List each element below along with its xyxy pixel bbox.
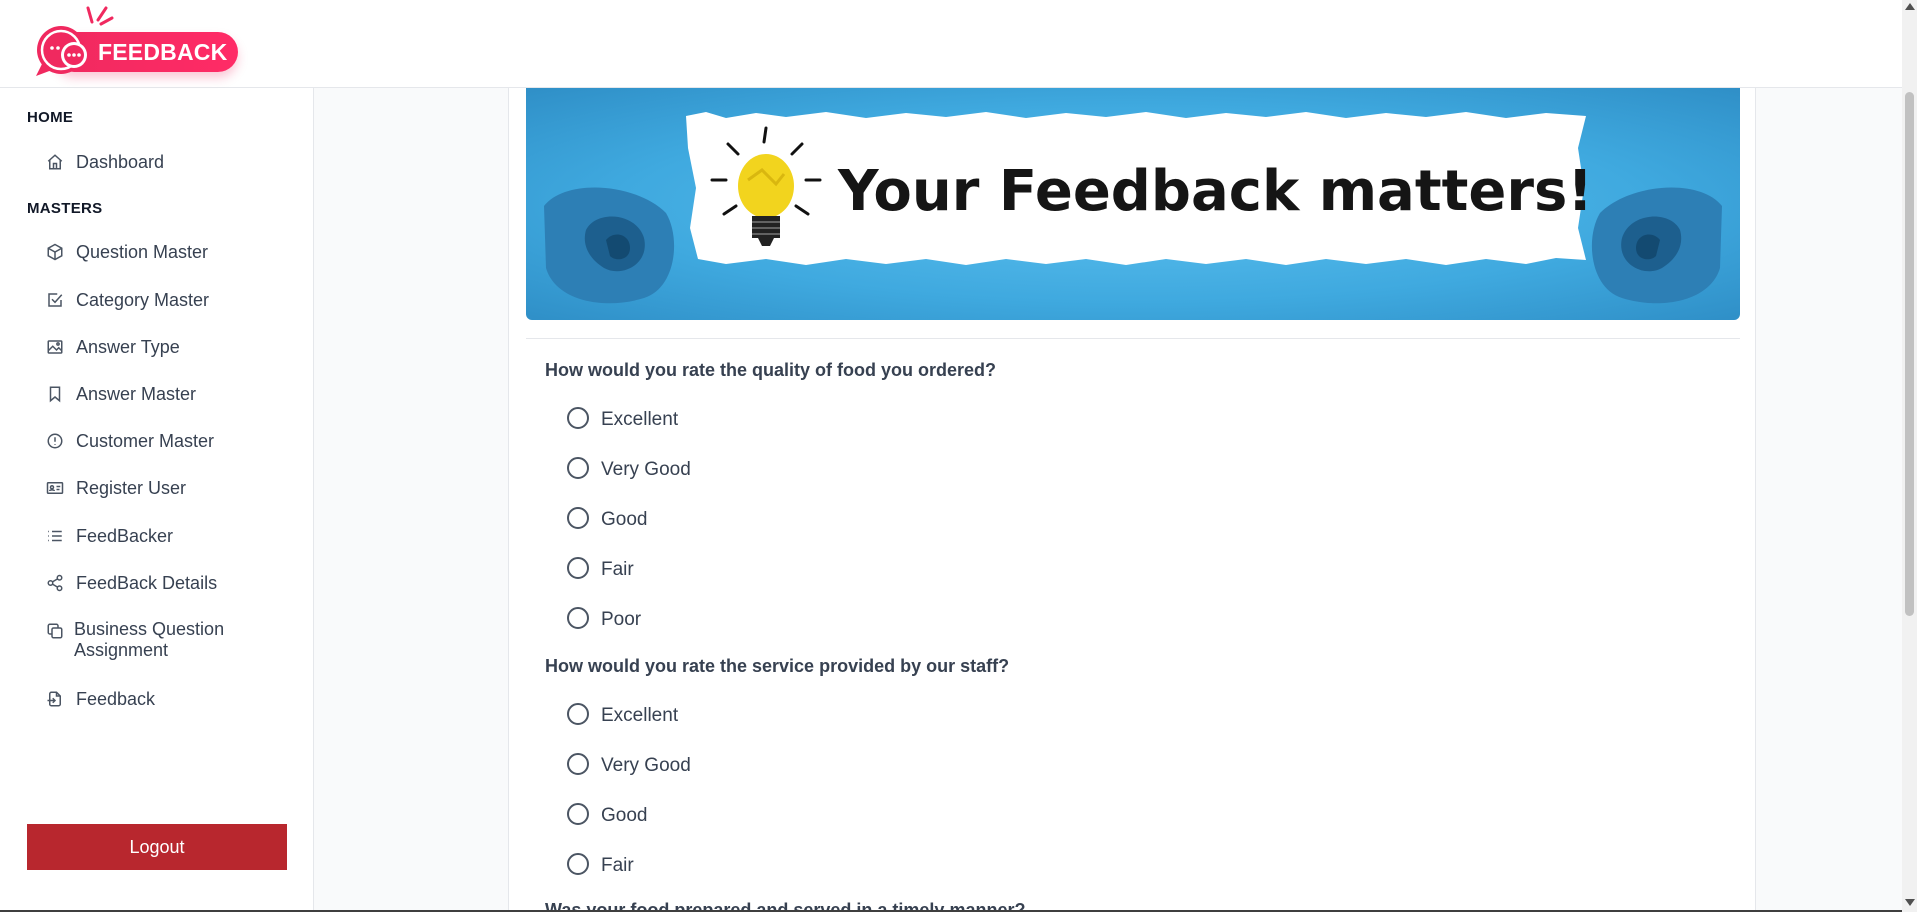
- scrollbar-thumb[interactable]: [1905, 92, 1914, 616]
- sidebar-item-label: Feedback: [76, 688, 156, 709]
- sidebar-item-label: Answer Master: [76, 383, 197, 404]
- answer-option[interactable]: Very Good: [567, 751, 691, 781]
- radio-button[interactable]: [567, 557, 589, 579]
- option-label: Excellent: [601, 705, 679, 726]
- logout-button[interactable]: Logout: [27, 824, 287, 870]
- file-import-icon: [47, 691, 61, 707]
- home-icon: [47, 154, 63, 170]
- top-header: FEEDBACK: [0, 0, 1902, 88]
- sidebar-item-label: Question Master: [76, 241, 209, 262]
- radio-button[interactable]: [567, 457, 589, 479]
- feedback-form-card: Your Feedback matters! How would you rat…: [508, 88, 1756, 912]
- feedback-banner: Your Feedback matters!: [526, 88, 1740, 320]
- sidebar-item-answer-master[interactable]: Answer Master: [46, 376, 296, 412]
- sidebar-item-dashboard[interactable]: Dashboard: [46, 144, 296, 180]
- chat-bubble-icon: [36, 26, 87, 76]
- answer-option[interactable]: Fair: [567, 555, 634, 585]
- section-title-home: HOME: [27, 109, 74, 126]
- answer-option[interactable]: Fair: [567, 851, 634, 881]
- sidebar-item-business-question-assignment[interactable]: Business Question Assignment: [46, 619, 296, 663]
- sidebar-item-feedback-details[interactable]: FeedBack Details: [46, 565, 296, 601]
- cube-icon: [47, 243, 63, 261]
- option-label: Fair: [601, 855, 634, 876]
- option-label: Good: [601, 509, 648, 530]
- answer-option[interactable]: Excellent: [567, 405, 678, 435]
- copy-icon: [47, 623, 63, 639]
- option-label: Poor: [601, 609, 642, 630]
- banner-artwork: Your Feedback matters!: [544, 112, 1722, 304]
- main-content: Your Feedback matters! How would you rat…: [314, 88, 1902, 912]
- scroll-down-arrow-icon[interactable]: [1905, 899, 1915, 906]
- radio-button[interactable]: [567, 703, 589, 725]
- banner-text: Your Feedback matters!: [837, 159, 1593, 224]
- share-icon: [47, 574, 63, 592]
- answer-option[interactable]: Poor: [567, 605, 641, 635]
- sidebar-item-label: Dashboard: [76, 151, 165, 172]
- radio-button[interactable]: [567, 607, 589, 629]
- sidebar-item-label: Customer Master: [76, 430, 215, 451]
- question-title: How would you rate the service provided …: [545, 656, 1010, 676]
- option-label: Very Good: [601, 459, 691, 480]
- sidebar-item-question-master[interactable]: Question Master: [46, 234, 296, 270]
- sidebar-item-label: FeedBacker: [76, 525, 174, 546]
- sidebar-item-feedbacker[interactable]: FeedBacker: [46, 518, 296, 554]
- bookmark-icon: [49, 386, 61, 403]
- checkbox-icon: [48, 293, 63, 307]
- sidebar-item-feedback[interactable]: Feedback: [46, 681, 296, 717]
- sidebar-item-label: Answer Type: [76, 336, 180, 357]
- sidebar-item-label: Category Master: [76, 289, 210, 310]
- radio-button[interactable]: [567, 853, 589, 875]
- sidebar-item-label: FeedBack Details: [76, 572, 218, 593]
- radio-button[interactable]: [567, 407, 589, 429]
- sidebar-item-category-master[interactable]: Category Master: [46, 282, 296, 318]
- answer-option[interactable]: Very Good: [567, 455, 691, 485]
- radio-button[interactable]: [567, 507, 589, 529]
- logo-text: FEEDBACK: [98, 39, 228, 65]
- feedback-logo[interactable]: FEEDBACK: [32, 4, 238, 82]
- radio-button[interactable]: [567, 753, 589, 775]
- sidebar-item-label: Business Question Assignment: [74, 619, 225, 660]
- list-icon: [48, 530, 62, 542]
- question-title: How would you rate the quality of food y…: [545, 360, 997, 380]
- radio-button[interactable]: [567, 803, 589, 825]
- sidebar-item-answer-type[interactable]: Answer Type: [46, 329, 296, 365]
- sidebar-item-label: Register User: [76, 477, 187, 498]
- id-card-icon: [46, 482, 64, 494]
- option-label: Very Good: [601, 755, 691, 776]
- option-label: Good: [601, 805, 648, 826]
- sidebar: HOME Dashboard MASTERS Question Master C…: [0, 88, 314, 912]
- option-label: Excellent: [601, 409, 679, 430]
- answer-option[interactable]: Good: [567, 505, 647, 535]
- section-title-masters: MASTERS: [27, 200, 103, 217]
- sidebar-item-register-user[interactable]: Register User: [46, 470, 296, 506]
- scroll-up-arrow-icon[interactable]: [1905, 3, 1915, 10]
- image-icon: [47, 340, 63, 354]
- option-label: Fair: [601, 559, 634, 580]
- answer-option[interactable]: Excellent: [567, 701, 678, 731]
- divider: [526, 338, 1740, 339]
- alert-circle-icon: [47, 433, 63, 449]
- sidebar-item-customer-master[interactable]: Customer Master: [46, 423, 296, 459]
- vertical-scrollbar[interactable]: [1902, 0, 1917, 912]
- answer-option[interactable]: Good: [567, 801, 647, 831]
